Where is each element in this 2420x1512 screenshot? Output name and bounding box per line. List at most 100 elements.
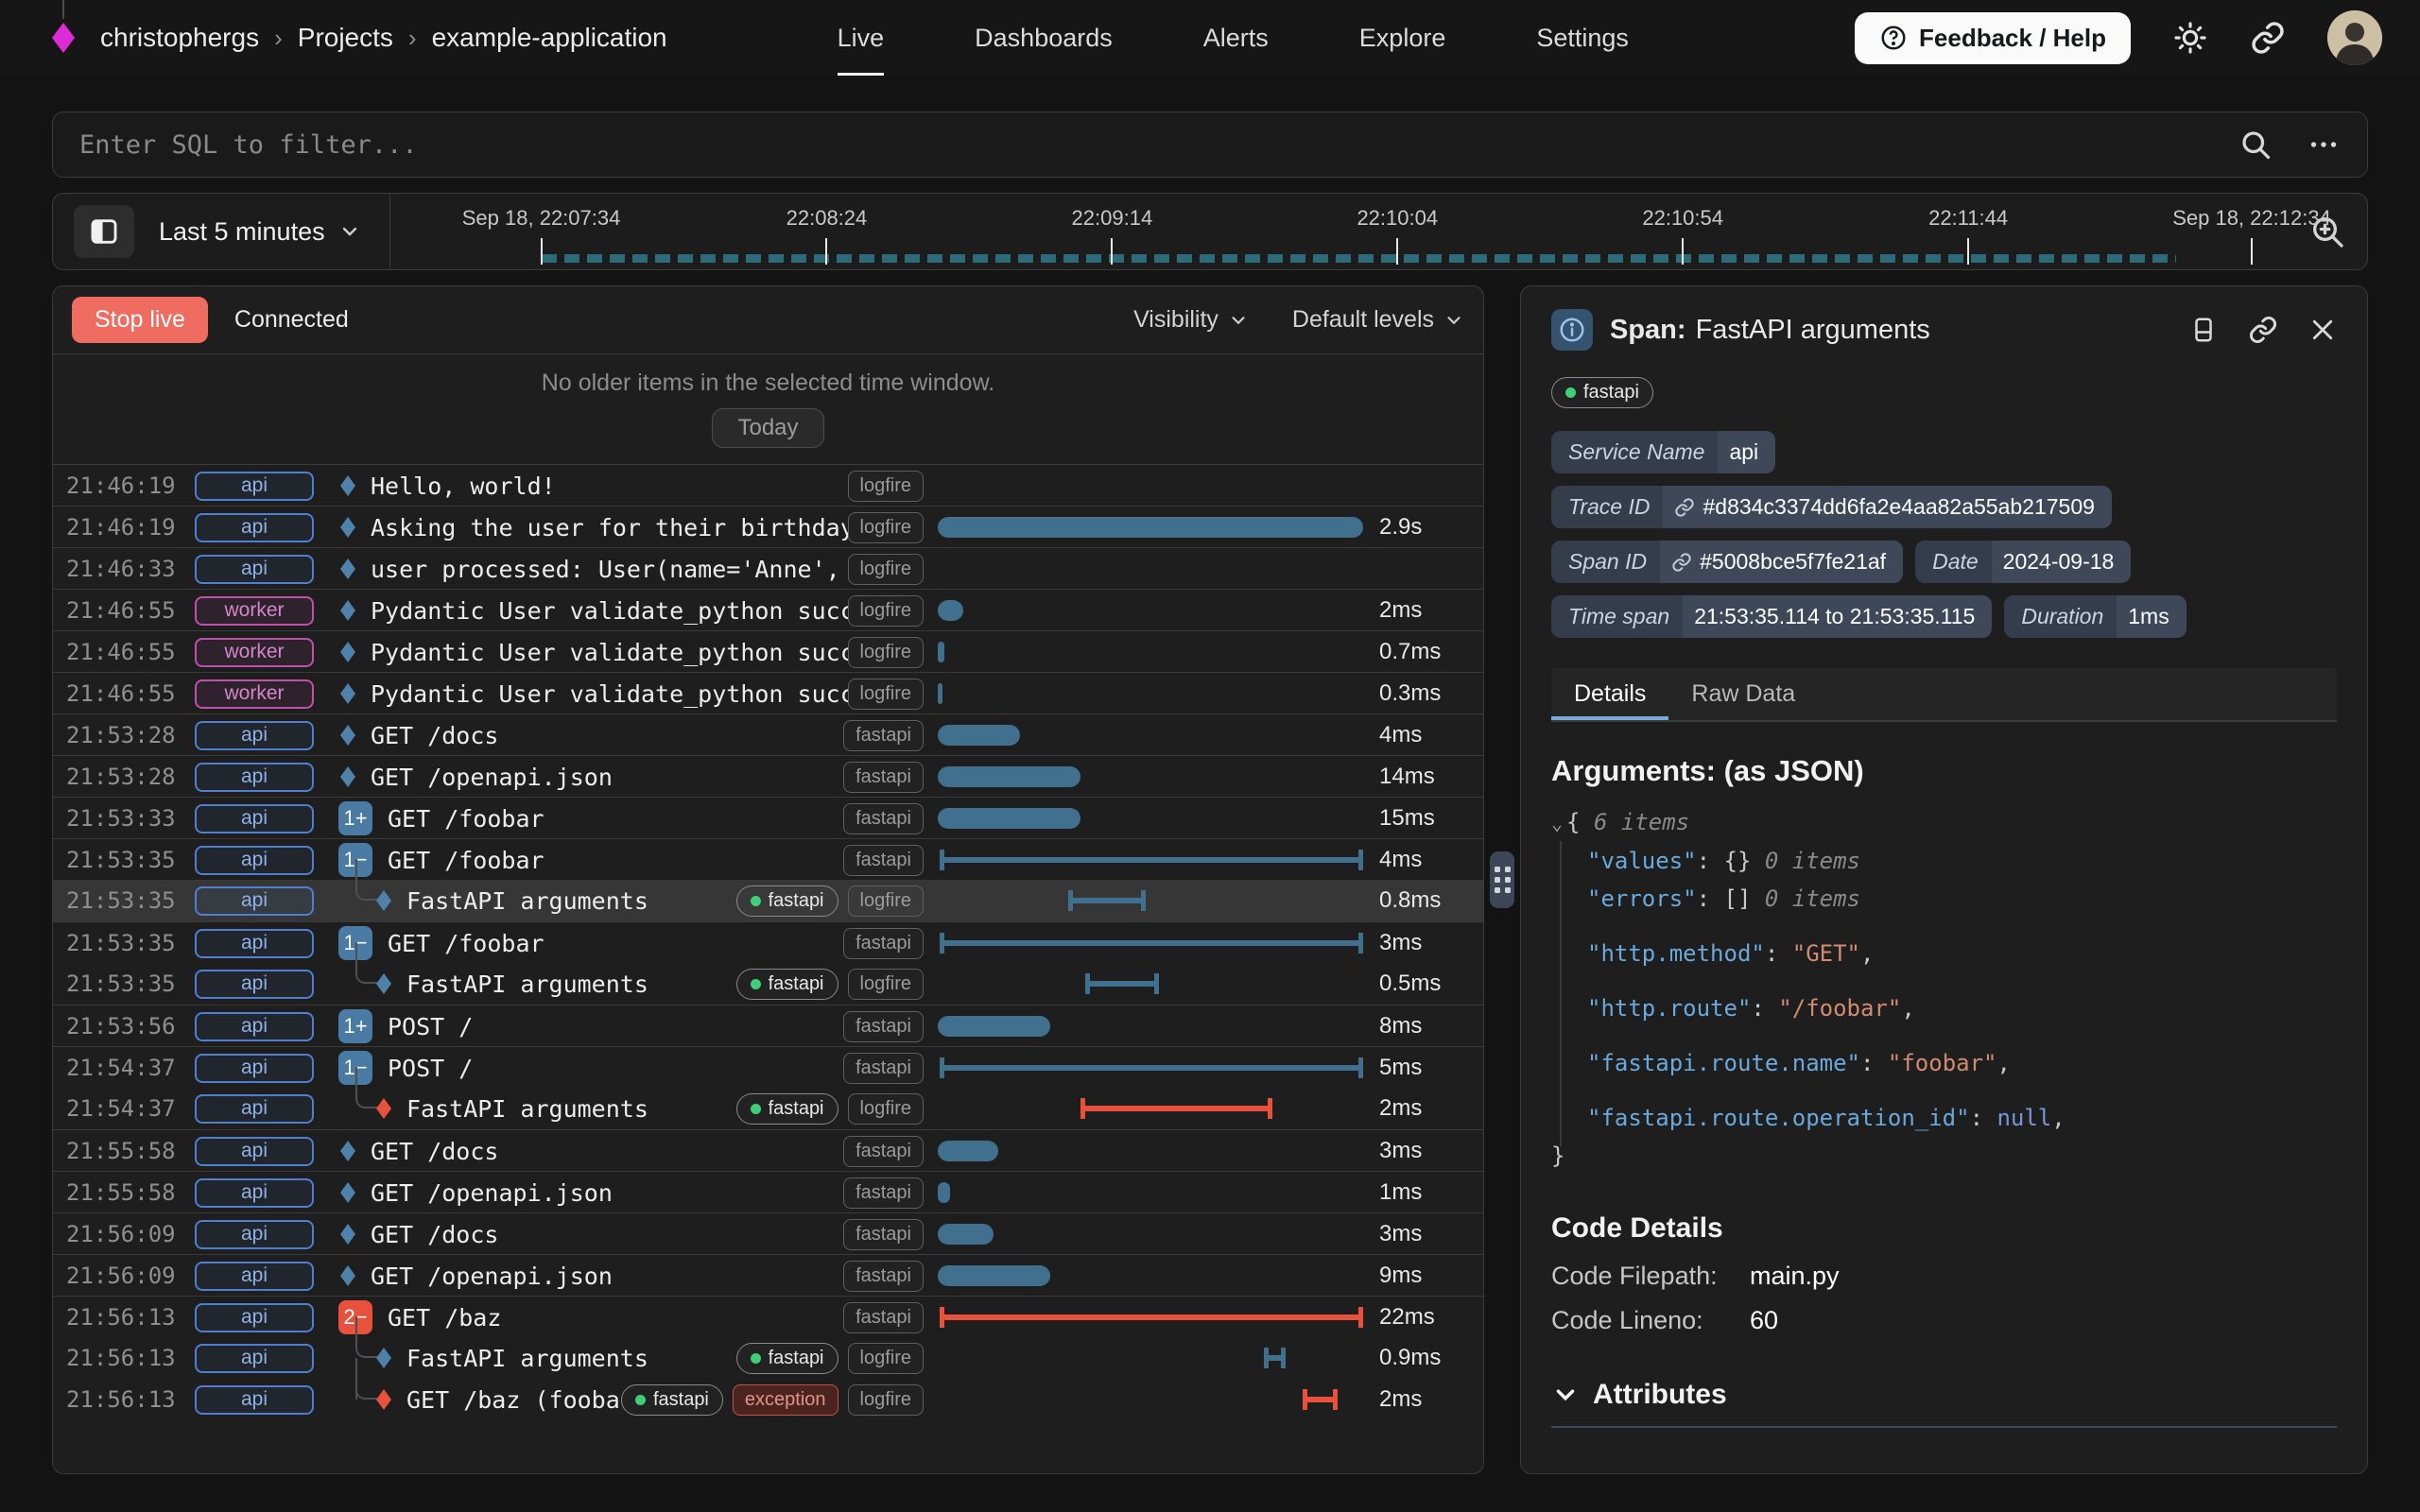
log-row[interactable]: 21:55:58apiGET /docsfastapi3ms — [53, 1129, 1483, 1171]
tag-pill-fastapi[interactable]: fastapi — [843, 803, 924, 834]
tag-pill-fastapi[interactable]: fastapi — [843, 1136, 924, 1167]
log-row[interactable]: 21:46:33apiuser processed: User(name='An… — [53, 547, 1483, 589]
nav-item-alerts[interactable]: Alerts — [1203, 0, 1269, 76]
service-badge[interactable]: api — [195, 929, 314, 958]
log-row[interactable]: 21:54:37apiFastAPI argumentsfastapilogfi… — [53, 1088, 1483, 1129]
service-tag-pill[interactable]: fastapi — [1551, 377, 1653, 408]
default-levels-dropdown[interactable]: Default levels — [1292, 306, 1464, 334]
log-row[interactable]: 21:53:35api1−GET /foobarfastapi3ms — [53, 921, 1483, 963]
service-badge[interactable]: api — [195, 1178, 314, 1208]
tag-pill-fastapi[interactable]: fastapi — [843, 1261, 924, 1292]
tag-pill-fastapi[interactable]: fastapi — [736, 969, 838, 1000]
log-row[interactable]: 21:53:33api1+GET /foobarfastapi15ms — [53, 797, 1483, 838]
copy-link-icon[interactable] — [2248, 315, 2278, 345]
today-button[interactable]: Today — [712, 408, 823, 448]
log-row[interactable]: 21:56:09apiGET /openapi.jsonfastapi9ms — [53, 1254, 1483, 1296]
service-badge[interactable]: api — [195, 1385, 314, 1415]
log-row[interactable]: 21:55:58apiGET /openapi.jsonfastapi1ms — [53, 1171, 1483, 1212]
tag-pill-fastapi[interactable]: fastapi — [843, 1177, 924, 1209]
tag-pill-fastapi[interactable]: fastapi — [843, 720, 924, 751]
service-badge[interactable]: api — [195, 1137, 314, 1166]
service-badge[interactable]: api — [195, 763, 314, 792]
log-row[interactable]: 21:46:55workerPydantic User validate_pyt… — [53, 672, 1483, 713]
log-row[interactable]: 21:53:56api1+POST /fastapi8ms — [53, 1005, 1483, 1046]
service-badge[interactable]: api — [195, 1303, 314, 1332]
tag-pill-logfire[interactable]: logfire — [848, 969, 924, 1000]
service-badge[interactable]: api — [195, 1054, 314, 1083]
service-badge[interactable]: api — [195, 886, 314, 916]
log-row[interactable]: 21:46:55workerPydantic User validate_pyt… — [53, 589, 1483, 630]
metadata-chip-date[interactable]: Date2024-09-18 — [1915, 541, 2131, 583]
user-avatar[interactable] — [2327, 10, 2382, 65]
tag-pill-fastapi[interactable]: fastapi — [843, 845, 924, 876]
tag-pill-logfire[interactable]: logfire — [848, 885, 924, 917]
service-badge[interactable]: api — [195, 1262, 314, 1291]
service-badge[interactable]: api — [195, 804, 314, 833]
log-row[interactable]: 21:53:28apiGET /openapi.jsonfastapi14ms — [53, 755, 1483, 797]
tag-pill-fastapi[interactable]: fastapi — [736, 885, 838, 917]
panel-resize-handle[interactable] — [1490, 851, 1514, 908]
log-row[interactable]: 21:53:35api1−GET /foobarfastapi4ms — [53, 838, 1483, 880]
nav-item-dashboards[interactable]: Dashboards — [975, 0, 1113, 76]
attributes-heading[interactable]: Attributes — [1551, 1379, 2337, 1411]
tag-pill-fastapi[interactable]: fastapi — [843, 762, 924, 793]
tag-pill-fastapi[interactable]: fastapi — [843, 1011, 924, 1042]
service-badge[interactable]: worker — [195, 679, 314, 709]
dock-panel-icon[interactable] — [2189, 316, 2218, 344]
service-badge[interactable]: api — [195, 846, 314, 875]
breadcrumb-item[interactable]: example-application — [432, 23, 667, 53]
service-badge[interactable]: api — [195, 513, 314, 542]
more-options-ellipsis-icon[interactable] — [2305, 128, 2342, 162]
visibility-dropdown[interactable]: Visibility — [1133, 306, 1249, 334]
log-row[interactable]: 21:56:13apiFastAPI argumentsfastapilogfi… — [53, 1337, 1483, 1379]
service-badge[interactable]: worker — [195, 638, 314, 667]
log-row[interactable]: 21:56:13api2−GET /bazfastapi22ms — [53, 1296, 1483, 1337]
child-count-badge[interactable]: 1+ — [338, 801, 372, 835]
log-row[interactable]: 21:53:35apiFastAPI argumentsfastapilogfi… — [53, 963, 1483, 1005]
log-row[interactable]: 21:54:37api1−POST /fastapi5ms — [53, 1046, 1483, 1088]
breadcrumb-item[interactable]: Projects — [298, 23, 393, 53]
service-badge[interactable]: api — [195, 555, 314, 584]
sidebar-toggle-button[interactable] — [74, 205, 134, 258]
metadata-chip-time-span[interactable]: Time span21:53:35.114 to 21:53:35.115 — [1551, 595, 1992, 638]
tag-pill-fastapi[interactable]: fastapi — [736, 1343, 838, 1374]
sql-filter-input[interactable] — [78, 129, 2238, 161]
tag-pill-logfire[interactable]: logfire — [848, 679, 924, 710]
log-row[interactable]: 21:46:19apiHello, world!logfire — [53, 464, 1483, 506]
service-badge[interactable]: api — [195, 1344, 314, 1373]
service-badge[interactable]: api — [195, 1012, 314, 1041]
metadata-chip-service-name[interactable]: Service Nameapi — [1551, 431, 1775, 473]
tag-pill-fastapi[interactable]: fastapi — [843, 1302, 924, 1333]
service-badge[interactable]: api — [195, 1094, 314, 1124]
tab-raw-data[interactable]: Raw Data — [1668, 668, 1818, 720]
service-badge[interactable]: api — [195, 721, 314, 750]
tag-pill-logfire[interactable]: logfire — [848, 595, 924, 627]
breadcrumb-item[interactable]: christophergs — [100, 23, 259, 53]
tag-pill-exception[interactable]: exception — [733, 1384, 838, 1416]
log-row[interactable]: 21:46:19apiAsking the user for their bir… — [53, 506, 1483, 547]
service-badge[interactable]: api — [195, 970, 314, 999]
service-badge[interactable]: api — [195, 1220, 314, 1249]
tag-pill-fastapi[interactable]: fastapi — [843, 928, 924, 959]
nav-item-live[interactable]: Live — [838, 0, 885, 76]
log-row[interactable]: 21:53:28apiGET /docsfastapi4ms — [53, 713, 1483, 755]
tag-pill-logfire[interactable]: logfire — [848, 554, 924, 585]
log-row[interactable]: 21:56:09apiGET /docsfastapi3ms — [53, 1212, 1483, 1254]
log-row[interactable]: 21:56:13apiGET /baz (foobar)fastapiexcep… — [53, 1379, 1483, 1420]
detail-content[interactable]: Arguments: (as JSON) ⌄{ 6 items"values":… — [1551, 722, 2337, 1451]
tag-pill-logfire[interactable]: logfire — [848, 1343, 924, 1374]
tag-pill-fastapi[interactable]: fastapi — [621, 1384, 723, 1416]
close-icon[interactable] — [2308, 316, 2337, 344]
service-badge[interactable]: api — [195, 472, 314, 501]
tag-pill-logfire[interactable]: logfire — [848, 1384, 924, 1416]
child-count-badge[interactable]: 1+ — [338, 1009, 372, 1043]
logfire-logo[interactable] — [49, 0, 78, 76]
theme-toggle-sun-icon[interactable] — [2172, 20, 2208, 56]
timeline-track[interactable]: Sep 18, 22:07:3422:08:2422:09:1422:10:04… — [400, 193, 2290, 270]
log-row[interactable]: 21:53:35apiFastAPI argumentsfastapilogfi… — [53, 880, 1483, 921]
search-icon[interactable] — [2238, 128, 2273, 162]
share-link-icon[interactable] — [2250, 20, 2286, 56]
tab-details[interactable]: Details — [1551, 668, 1668, 720]
tag-pill-logfire[interactable]: logfire — [848, 471, 924, 502]
tag-pill-logfire[interactable]: logfire — [848, 637, 924, 668]
